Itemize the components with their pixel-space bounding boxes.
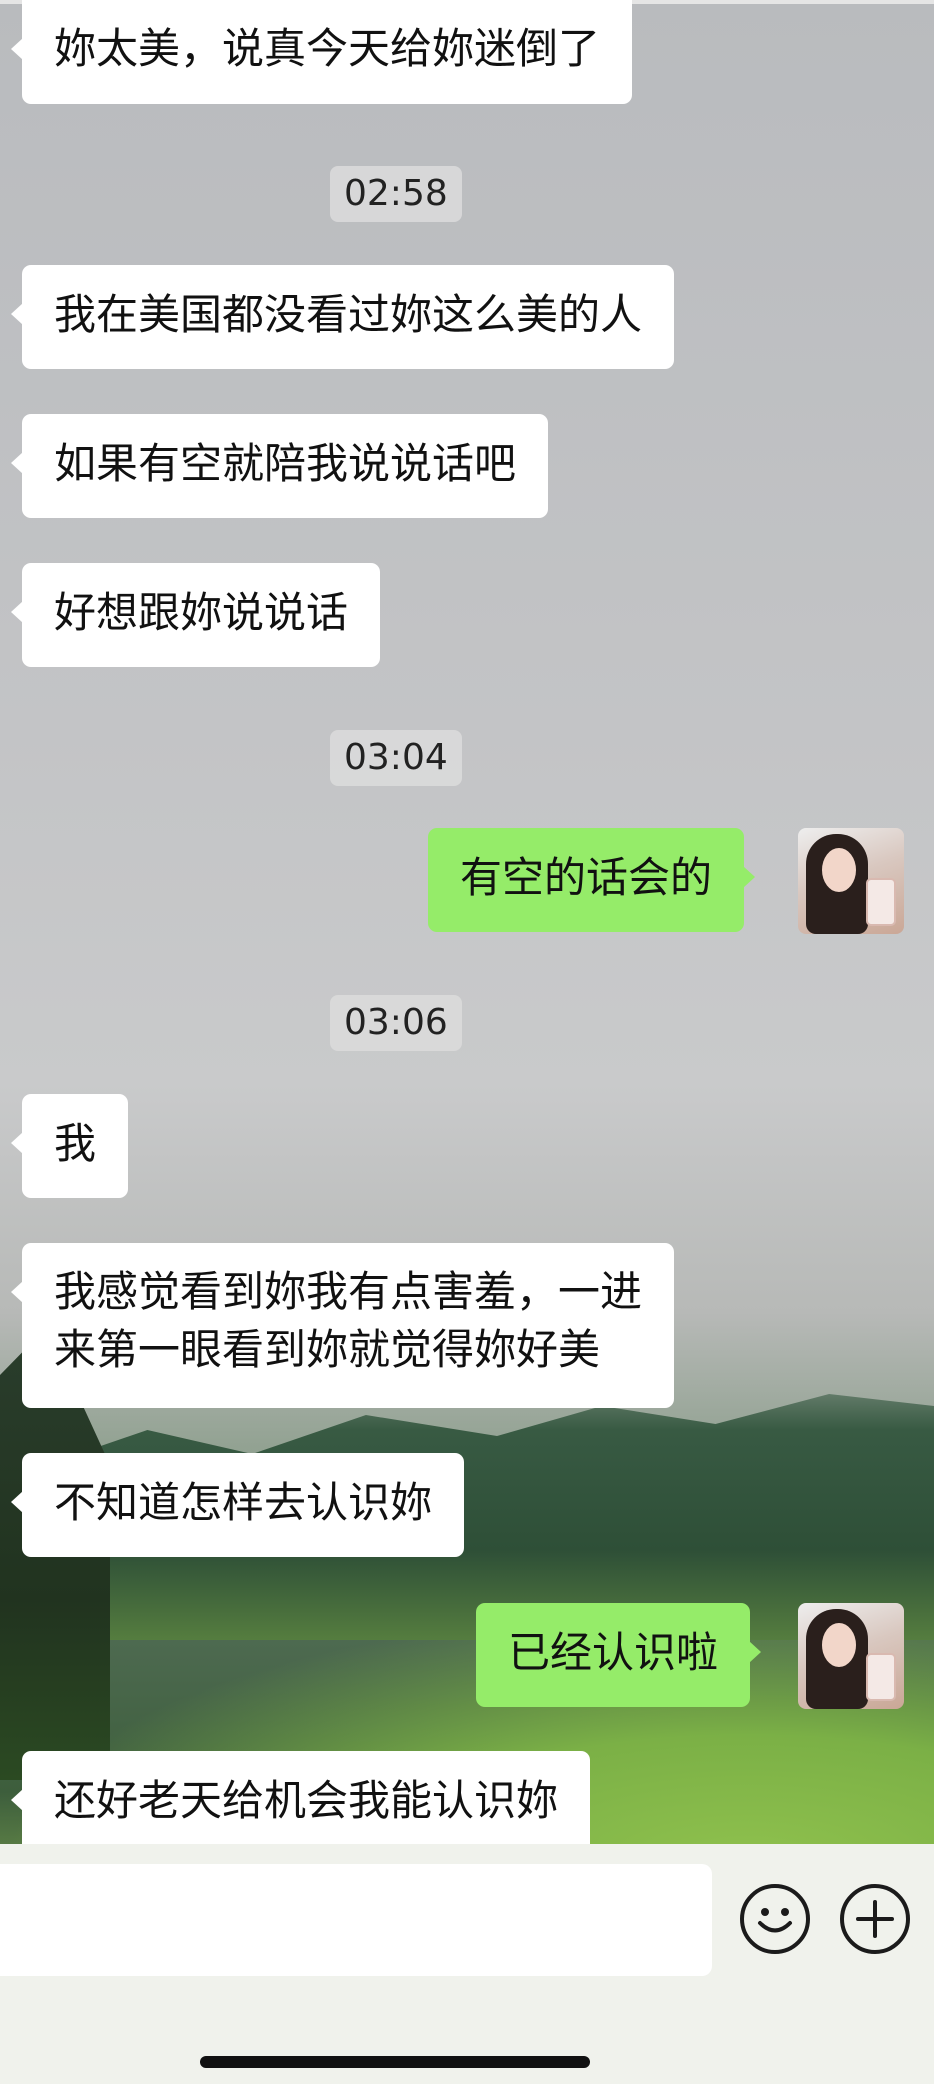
message-input[interactable] — [0, 1864, 712, 1976]
message-bubble-incoming[interactable]: 还好老天给机会我能认识妳 — [10, 1751, 591, 1844]
message-bubble-outgoing[interactable]: 有空的话会的 — [428, 828, 756, 932]
user-avatar[interactable] — [798, 828, 904, 934]
user-avatar[interactable] — [798, 1603, 904, 1709]
message-bubble-incoming[interactable]: 如果有空就陪我说说话吧 — [10, 414, 549, 518]
timestamp-text: 03:04 — [344, 737, 448, 778]
message-bubble-incoming[interactable]: 我在美国都没看过妳这么美的人 — [10, 265, 675, 369]
timestamp-text: 02:58 — [344, 173, 448, 214]
message-text: 我在美国都没看过妳这么美的人 — [54, 290, 643, 339]
message-bubble-incoming[interactable]: 我感觉看到妳我有点害羞，一进 来第一眼看到妳就觉得妳好美 — [10, 1243, 675, 1408]
message-bubble-outgoing[interactable]: 已经认识啦 — [476, 1603, 762, 1707]
input-bar — [0, 1844, 934, 2084]
timestamp-text: 03:06 — [344, 1002, 448, 1043]
message-text: 好想跟妳说说话 — [54, 588, 349, 637]
timestamp: 03:06 — [330, 995, 462, 1051]
message-text-line: 来第一眼看到妳就觉得妳好美 — [54, 1325, 601, 1374]
message-bubble-incoming[interactable]: 我 — [10, 1094, 129, 1198]
message-text: 妳太美，说真今天给妳迷倒了 — [54, 24, 601, 73]
plus-icon[interactable] — [840, 1884, 910, 1954]
home-indicator — [200, 2056, 590, 2068]
message-text: 如果有空就陪我说说话吧 — [54, 439, 517, 488]
timestamp: 03:04 — [330, 730, 462, 786]
message-text: 不知道怎样去认识妳 — [54, 1478, 433, 1527]
message-bubble-incoming[interactable]: 不知道怎样去认识妳 — [10, 1453, 465, 1557]
message-text: 已经认识啦 — [508, 1628, 719, 1677]
emoji-icon[interactable] — [740, 1884, 810, 1954]
message-text: 我 — [54, 1119, 97, 1168]
message-text: 有空的话会的 — [460, 853, 713, 902]
message-bubble-incoming[interactable]: 妳太美，说真今天给妳迷倒了 — [10, 0, 633, 104]
message-text-line: 我感觉看到妳我有点害羞，一进 — [54, 1267, 643, 1316]
message-text: 还好老天给机会我能认识妳 — [54, 1776, 559, 1825]
message-bubble-incoming[interactable]: 好想跟妳说说话 — [10, 563, 381, 667]
timestamp: 02:58 — [330, 166, 462, 222]
